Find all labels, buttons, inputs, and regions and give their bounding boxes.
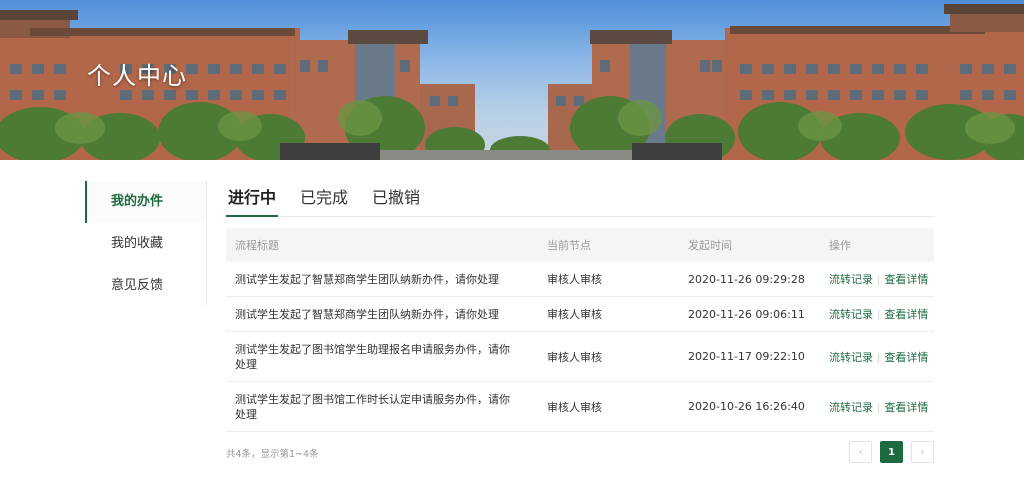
pagination: ‹ 1 › xyxy=(849,441,934,463)
main-content: 进行中 已完成 已撤销 流程标题 当前节点 发起时间 操作 测试学生发起了智慧郑… xyxy=(226,181,934,463)
row-actions: 流转记录 | 查看详情 xyxy=(820,306,934,322)
row-node: 审核人审核 xyxy=(547,308,602,321)
table-header: 流程标题 当前节点 发起时间 操作 xyxy=(226,228,934,262)
row-actions: 流转记录 | 查看详情 xyxy=(820,349,934,365)
action-separator: | xyxy=(877,402,881,414)
flow-record-link[interactable]: 流转记录 xyxy=(829,273,873,286)
record-count: 共4条，显示第1~4条 xyxy=(226,449,319,460)
column-header-node: 当前节点 xyxy=(547,239,591,252)
page-title: 个人中心 xyxy=(87,62,187,90)
view-details-link[interactable]: 查看详情 xyxy=(884,273,928,286)
column-header-time: 发起时间 xyxy=(688,239,732,252)
view-details-link[interactable]: 查看详情 xyxy=(884,351,928,364)
row-actions: 流转记录 | 查看详情 xyxy=(820,271,934,287)
chevron-right-icon: › xyxy=(920,446,925,458)
tab-withdrawn[interactable]: 已撤销 xyxy=(370,181,422,216)
tab-completed[interactable]: 已完成 xyxy=(298,181,350,216)
table-row: 测试学生发起了智慧郑商学生团队纳新办件，请你处理 审核人审核 2020-11-2… xyxy=(226,297,934,332)
status-tabs: 进行中 已完成 已撤销 xyxy=(226,181,934,217)
flow-record-link[interactable]: 流转记录 xyxy=(829,401,873,414)
tab-in-progress[interactable]: 进行中 xyxy=(226,181,279,217)
sidebar-divider xyxy=(206,181,207,307)
action-separator: | xyxy=(877,310,881,321)
sidebar-nav: 我的办件 我的收藏 意见反馈 xyxy=(85,181,207,307)
row-actions: 流转记录 | 查看详情 xyxy=(820,399,934,415)
sidebar-item-feedback[interactable]: 意见反馈 xyxy=(85,265,206,307)
flow-record-link[interactable]: 流转记录 xyxy=(829,351,873,364)
page-button-current[interactable]: 1 xyxy=(880,441,903,463)
column-header-action: 操作 xyxy=(829,239,851,252)
table-row: 测试学生发起了图书馆工作时长认定申请服务办件，请你处理 审核人审核 2020-1… xyxy=(226,382,934,432)
row-node: 审核人审核 xyxy=(547,350,602,364)
row-time: 2020-11-26 09:29:28 xyxy=(688,272,805,286)
view-details-link[interactable]: 查看详情 xyxy=(884,308,928,321)
row-title: 测试学生发起了图书馆学生助理报名申请服务办件，请你处理 xyxy=(235,342,510,371)
row-time: 2020-10-26 16:26:40 xyxy=(688,400,805,413)
sidebar-item-favorites[interactable]: 我的收藏 xyxy=(85,223,206,265)
row-title: 测试学生发起了图书馆工作时长认定申请服务办件，请你处理 xyxy=(235,392,510,421)
task-table: 流程标题 当前节点 发起时间 操作 测试学生发起了智慧郑商学生团队纳新办件，请你… xyxy=(226,228,934,432)
table-row: 测试学生发起了智慧郑商学生团队纳新办件，请你处理 审核人审核 2020-11-2… xyxy=(226,262,934,297)
column-header-title: 流程标题 xyxy=(235,238,279,252)
row-time: 2020-11-26 09:06:11 xyxy=(688,307,805,321)
view-details-link[interactable]: 查看详情 xyxy=(884,401,928,414)
header-banner: 个人中心 xyxy=(0,0,1024,160)
action-separator: | xyxy=(877,275,881,286)
chevron-left-icon: ‹ xyxy=(858,446,863,458)
action-separator: | xyxy=(877,352,881,364)
flow-record-link[interactable]: 流转记录 xyxy=(829,308,873,321)
row-time: 2020-11-17 09:22:10 xyxy=(688,350,805,363)
row-node: 审核人审核 xyxy=(547,400,602,414)
sidebar-item-my-tasks[interactable]: 我的办件 xyxy=(85,181,206,223)
row-title: 测试学生发起了智慧郑商学生团队纳新办件，请你处理 xyxy=(235,307,499,321)
row-title: 测试学生发起了智慧郑商学生团队纳新办件，请你处理 xyxy=(235,272,499,286)
table-row: 测试学生发起了图书馆学生助理报名申请服务办件，请你处理 审核人审核 2020-1… xyxy=(226,332,934,382)
prev-page-button[interactable]: ‹ xyxy=(849,441,872,463)
row-node: 审核人审核 xyxy=(547,273,602,286)
next-page-button[interactable]: › xyxy=(911,441,934,463)
